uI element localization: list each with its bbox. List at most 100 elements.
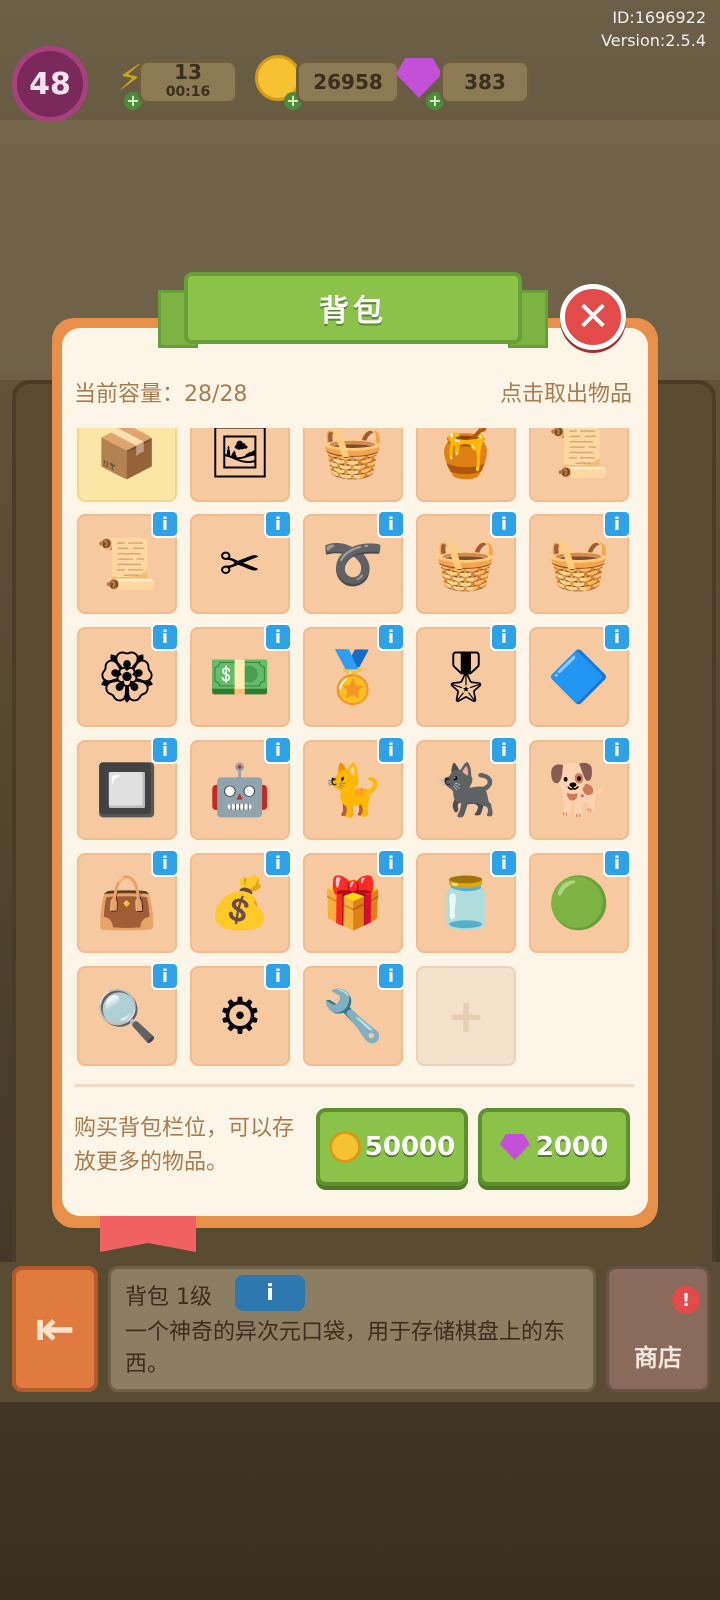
shop-button[interactable]: 商店 (606, 1266, 710, 1392)
backpack-item-slot[interactable]: ➰ i (303, 510, 405, 614)
backpack-title-ribbon: 背包 (158, 272, 548, 352)
add-slot[interactable]: + (416, 966, 516, 1066)
backpack-item-slot[interactable]: 📦 (77, 428, 177, 502)
backpack-item-slot[interactable]: 🍯 (416, 428, 516, 502)
orange-device-icon: 🔧 (321, 986, 385, 1045)
backpack-item-slot[interactable]: 🐈‍⬛ i (416, 736, 518, 840)
item-info-icon[interactable]: i (151, 510, 179, 538)
item-info-icon[interactable]: i (264, 962, 292, 990)
item-info-icon[interactable]: i (490, 623, 518, 651)
item-info-icon[interactable]: i (264, 849, 292, 877)
player-level-badge[interactable]: 48 (12, 46, 88, 122)
item-info-icon[interactable]: i (490, 736, 518, 764)
backpack-item-slot[interactable]: 👜 i (77, 849, 179, 953)
backpack-item-slot[interactable]: 🎖 i (416, 623, 518, 727)
energy-counter: 13 00:16 (138, 60, 238, 104)
item-info-icon[interactable]: i (264, 510, 292, 538)
item-info-icon[interactable]: i (377, 849, 405, 877)
backpack-item-slot[interactable]: 🔧 i (303, 962, 405, 1066)
close-icon: ✕ (576, 294, 610, 340)
scroll-icon: 📜 (95, 534, 159, 593)
item-info-icon[interactable]: i (490, 849, 518, 877)
orange-machine-icon: ⚙ (217, 987, 263, 1045)
backpack-item-slot[interactable]: 🐕 i (529, 736, 631, 840)
black-cat-icon: 🐈‍⬛ (434, 760, 498, 819)
build-info: ID:1696922 Version:2.5.4 (601, 6, 706, 52)
backpack-item-slot[interactable]: 🤖 i (190, 736, 292, 840)
item-info-icon[interactable]: i (603, 736, 631, 764)
backpack-item-slot[interactable]: 🧺 i (416, 510, 518, 614)
add-slot-icon: + (446, 989, 486, 1043)
item-info-icon[interactable]: i (603, 623, 631, 651)
energy-timer: 00:16 (165, 84, 211, 100)
item-info-icon[interactable]: i (151, 962, 179, 990)
circuit-board-icon: 🔲 (95, 760, 159, 819)
backpack-item-slot[interactable]: 🏅 i (303, 623, 405, 727)
robot-vacuum-icon: 🤖 (208, 760, 272, 819)
frame-icon: 🖼 (208, 428, 272, 481)
backpack-item-slot[interactable]: 🔲 i (77, 736, 179, 840)
basket-icon: 🧺 (321, 428, 385, 481)
gem-jar-icon: 🫙 (434, 873, 498, 932)
section-divider (74, 1084, 634, 1087)
handbag-icon: 👜 (95, 873, 159, 932)
item-info-icon[interactable]: i (151, 849, 179, 877)
box-icon: 📦 (95, 428, 159, 481)
backpack-item-slot[interactable]: ✂ i (190, 510, 292, 614)
woven-basket-icon: 🧺 (434, 534, 498, 593)
item-info-icon[interactable]: i (264, 736, 292, 764)
item-info-icon[interactable]: i (151, 623, 179, 651)
item-info-icon[interactable]: i (377, 510, 405, 538)
backpack-title: 背包 (184, 272, 522, 344)
buy-with-coins-button[interactable]: 50000 (316, 1108, 468, 1186)
item-detail-panel: 背包 1级 i 一个神奇的异次元口袋，用于存储棋盘上的东西。 (108, 1266, 596, 1392)
cash-stack-icon: 💵 (208, 647, 272, 706)
backpack-item-slot[interactable]: 🐈 i (303, 736, 405, 840)
backpack-item-slot[interactable]: 💰 i (190, 849, 292, 953)
item-info-icon[interactable]: i (603, 510, 631, 538)
backpack-item-slot[interactable]: 🏵 i (77, 623, 179, 727)
item-info-icon[interactable]: i (377, 623, 405, 651)
take-out-hint: 点击取出物品 (499, 382, 632, 407)
chip-icon: 🔷 (547, 647, 611, 706)
backpack-item-slot[interactable]: 💵 i (190, 623, 292, 727)
gem-counter: 383 (440, 60, 530, 104)
item-detail-title: 背包 1级 (125, 1285, 212, 1310)
backpack-item-slot[interactable]: 🖼 (190, 428, 290, 502)
coin-counter: 26958 (296, 60, 400, 104)
backpack-item-slot[interactable]: 📜 (529, 428, 629, 502)
energy-value: 13 (174, 60, 202, 84)
info-button[interactable]: i (235, 1275, 305, 1311)
item-info-icon[interactable]: i (490, 510, 518, 538)
sleeping-cat-icon: 🐈 (321, 760, 385, 819)
coin-sack-icon: 💰 (208, 873, 272, 932)
item-info-icon[interactable]: i (151, 736, 179, 764)
exit-button[interactable]: ⇤ (12, 1266, 98, 1392)
player-id: ID:1696922 (612, 8, 706, 27)
green-ball-icon: 🟢 (547, 873, 611, 932)
rattan-icon: ➰ (321, 534, 385, 593)
close-button[interactable]: ✕ (560, 284, 626, 350)
backpack-item-slot[interactable]: 🔍 i (77, 962, 179, 1066)
exit-door-icon: ⇤ (34, 1301, 76, 1357)
backpack-item-slot[interactable]: 🧺 i (529, 510, 631, 614)
version-label: Version:2.5.4 (601, 31, 706, 50)
item-info-icon[interactable]: i (377, 962, 405, 990)
backpack-item-slot[interactable]: 🫙 i (416, 849, 518, 953)
gem-price: 2000 (535, 1132, 609, 1162)
backpack-item-slot[interactable]: 🎁 i (303, 849, 405, 953)
item-info-icon[interactable]: i (603, 849, 631, 877)
item-info-icon[interactable]: i (377, 736, 405, 764)
item-info-icon[interactable]: i (264, 623, 292, 651)
buy-with-gems-button[interactable]: 2000 (478, 1108, 630, 1186)
backpack-item-grid: 📦 🖼 🧺 🍯 📜 📜 i ✂ i ➰ i 🧺 i 🧺 i 🏵 i 💵 i 🏅 i 🎖 i 🔷 i 🔲 i 🤖 i 🐈 i 🐈‍⬛ i 🐕 i 👜 i 💰… (77, 428, 633, 1070)
backpack-item-slot[interactable]: 📜 i (77, 510, 179, 614)
backpack-item-slot[interactable]: 🧺 (303, 428, 403, 502)
coin-price: 50000 (364, 1132, 456, 1162)
shop-label: 商店 (634, 1344, 682, 1372)
backpack-item-slot[interactable]: 🔷 i (529, 623, 631, 727)
item-detail-description: 一个神奇的异次元口袋，用于存储棋盘上的东西。 (125, 1320, 566, 1377)
pot-icon: 🍯 (434, 428, 498, 481)
backpack-item-slot[interactable]: 🟢 i (529, 849, 631, 953)
backpack-item-slot[interactable]: ⚙ i (190, 962, 292, 1066)
